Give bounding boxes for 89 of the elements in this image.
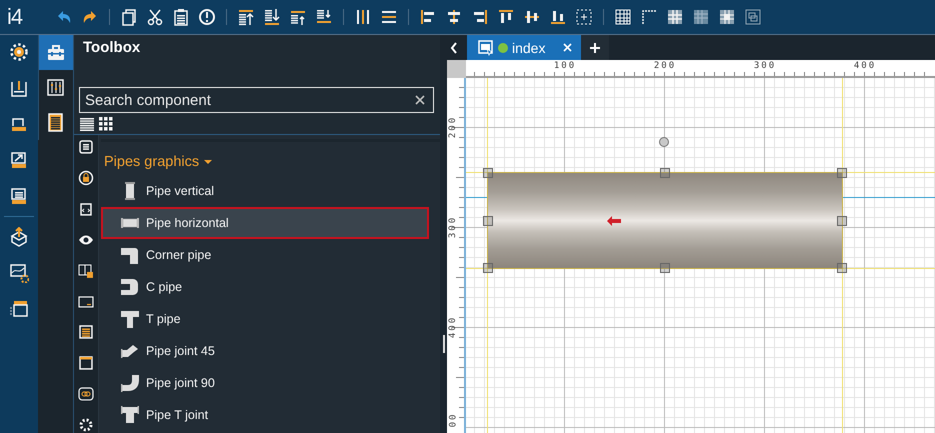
alert-icon[interactable] [198,8,216,26]
distribute-icon[interactable] [354,8,372,26]
link-icon[interactable] [78,386,94,402]
grid-view-icon[interactable] [99,117,113,131]
cut-icon[interactable] [146,8,164,26]
ruler-label: 00 [448,412,458,428]
chart-icon[interactable] [9,78,29,98]
resize-handle[interactable] [483,216,493,226]
resize-handle[interactable] [660,263,670,273]
category-header[interactable]: Pipes graphics [101,142,212,175]
ruler-label: 200 [448,116,458,138]
script-icon[interactable] [78,200,94,217]
editor-tab[interactable]: index [467,35,582,60]
pipe-icon [120,373,140,393]
ruler-label: 200 [652,60,678,71]
panel-title: Toolbox [82,38,142,58]
pipe-icon [120,245,140,265]
component-item[interactable]: Pipe joint 45 [101,335,429,367]
add-tab-button[interactable] [581,35,610,60]
sliders-icon [46,78,66,98]
component-item[interactable]: Corner pipe [101,239,429,271]
copy-icon[interactable] [120,8,138,26]
component-item[interactable]: T pipe [101,303,429,335]
gear-icon[interactable] [78,417,94,433]
window-icon[interactable] [78,294,94,310]
arrow-left-icon [607,216,621,226]
panel-icon[interactable] [78,355,94,372]
align-left-icon[interactable] [419,8,437,26]
layer-up-icon[interactable] [289,8,307,26]
layer-down-icon[interactable] [315,8,333,26]
document-icon [46,112,66,132]
align-center-icon[interactable] [445,8,463,26]
close-icon[interactable] [415,95,425,105]
align-bottom-icon[interactable] [549,8,567,26]
component-item[interactable]: Pipe T joint [101,399,429,431]
nav-tab[interactable] [38,35,73,70]
resize-handle[interactable] [483,263,493,273]
caret-icon [204,159,212,165]
external-link-icon[interactable] [9,150,29,170]
component-item[interactable]: Pipe vertical [101,175,429,207]
chart-gear-icon[interactable] [9,263,29,283]
design-canvas[interactable] [466,78,935,433]
pipe-icon [120,309,140,329]
resize-handle[interactable] [837,263,847,273]
resize-handle[interactable] [837,168,847,178]
rotate-handle[interactable] [659,137,669,147]
status-dot [498,42,508,52]
ruler-label: 300 [448,216,458,238]
grid-icon[interactable] [692,8,710,26]
book-icon[interactable] [78,262,94,279]
component-item[interactable]: Pipe horizontal [101,207,429,239]
search-field[interactable]: Search component [79,87,434,113]
align-middle-icon[interactable] [523,8,541,26]
splitter-handle[interactable] [443,335,445,353]
ruler-label: 400 [852,60,878,71]
component-item[interactable]: Pipe joint 90 [101,367,429,399]
ruler-icon[interactable] [640,8,658,26]
center-icon[interactable] [575,8,593,26]
list-icon[interactable] [78,139,94,155]
lock-icon[interactable] [78,170,94,186]
pipe-icon [120,405,140,425]
ruler-corner [447,60,466,78]
distribute-icon[interactable] [380,8,398,26]
snap-icon[interactable] [744,8,762,26]
resize-handle[interactable] [660,168,670,178]
logo: i4 [7,4,24,30]
layer-down-icon[interactable] [263,8,281,26]
box-icon[interactable] [9,227,29,247]
screen-icon [478,40,494,56]
clipboard-icon[interactable] [172,8,190,26]
gear-icon[interactable] [9,42,29,62]
ruler-label: 100 [552,60,578,71]
toolbox-icon [46,42,66,62]
plus-icon [590,42,600,52]
component-item[interactable]: C pipe [101,271,429,303]
ruler-label: 400 [448,316,458,338]
resize-handle[interactable] [483,168,493,178]
layer-up-icon[interactable] [237,8,255,26]
align-right-icon[interactable] [471,8,489,26]
list-icon[interactable] [78,324,94,340]
ruler-label: 300 [752,60,778,71]
window-icon[interactable] [9,299,29,319]
align-top-icon[interactable] [497,8,515,26]
tab-label: index [512,40,546,56]
list-view-icon[interactable] [80,117,94,131]
resize-handle[interactable] [837,216,847,226]
chevron-left-icon [450,42,458,54]
pipe-icon [120,277,140,297]
list-icon[interactable] [9,186,29,206]
